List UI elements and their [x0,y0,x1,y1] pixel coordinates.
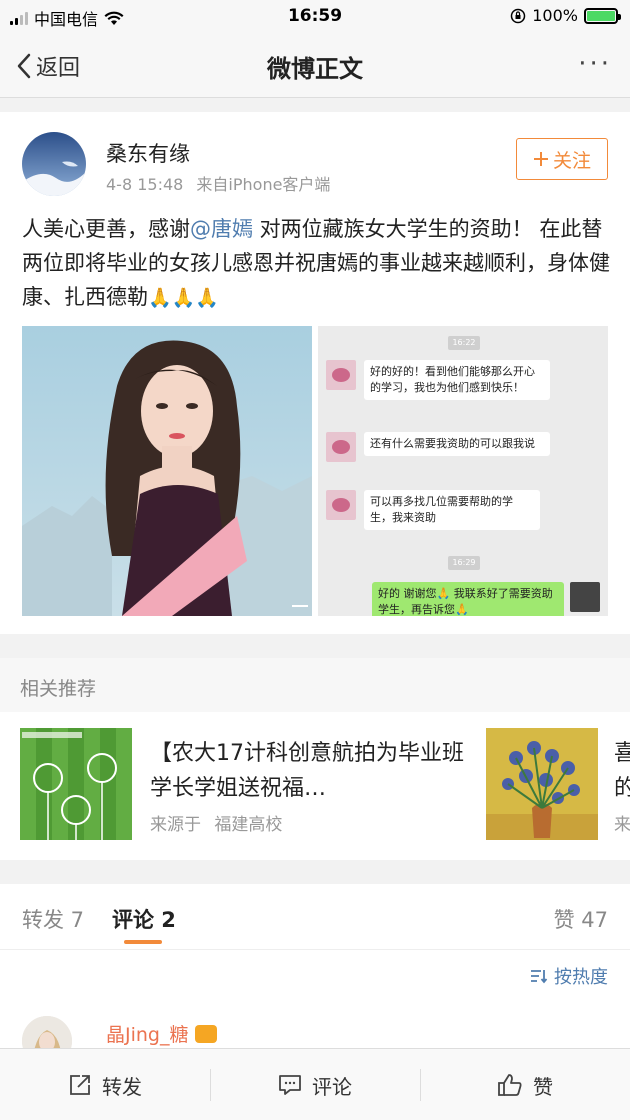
recommend-list: 【农大17计科创意航拍为毕业班学长学姐送祝福… 来源于 福建高校 喜 的 来 [0,712,630,860]
post-text: 人美心更善，感谢@唐嫣 对两位藏族女大学生的资助！ 在此替两位即将毕业的女孩儿感… [22,212,612,315]
post-meta: 4-8 15:48 来自iPhone客户端 [106,171,330,195]
comment-label: 评论 [312,1074,352,1099]
recommend-peek-line1: 喜 [614,741,630,766]
chat-avatar [326,360,356,390]
chat-time-1: 16:22 [448,336,480,350]
plus-icon [533,152,548,166]
battery-icon [584,7,621,24]
post-image-chat[interactable]: 16:22 好的好的！看到他们能够那么开心的学习，我也为他们感到快乐！ 还有什么… [318,326,608,616]
back-label: 返回 [36,56,81,81]
weibo-post-page: 中国电信 16:59 100% 返回 微博正文 ··· 桑东有缘 4-8 15:… [0,0,630,1120]
recommend-source-name: 福建高校 [214,815,283,835]
like-label: 赞 [533,1074,553,1099]
repost-button[interactable]: 转发 [0,1049,210,1120]
chat-bubble-4: 好的 谢谢您🙏 我联系好了需要资助学生，再告诉您🙏 [372,582,564,616]
chat-message-3: 可以再多找几位需要帮助的学生，我来资助 [326,490,540,530]
battery-percent: 100% [532,6,578,25]
bottom-action-bar: 转发 评论 赞 [0,1048,630,1120]
sort-button[interactable]: 按热度 [530,963,608,989]
chat-time-2: 16:29 [448,556,480,570]
like-button[interactable]: 赞 [420,1049,630,1120]
tab-repost[interactable]: 转发 7 [22,904,84,934]
sort-label: 按热度 [554,967,608,988]
recommend-peek-line2: 的 [614,776,630,801]
post-text-before: 人美心更善，感谢 [22,217,190,241]
crown-badge-icon [194,1024,217,1043]
commenter-name-label: 晶Jing_糖 [106,1024,189,1046]
recommend-title: 相关推荐 [20,678,97,700]
back-button[interactable]: 返回 [16,50,80,82]
recommend-header: 相关推荐 [0,658,630,712]
recommend-peek-title[interactable]: 喜 的 [614,736,630,806]
more-button[interactable]: ··· [578,51,612,77]
chat-bubble-2: 还有什么需要我资助的可以跟我说 [364,432,550,456]
recommend-item-title[interactable]: 【农大17计科创意航拍为毕业班学长学姐送祝福… [150,736,470,806]
chat-message-1: 好的好的！看到他们能够那么开心的学习，我也为他们感到快乐！ [326,360,550,400]
tab-like[interactable]: 赞 47 [554,904,608,934]
recommend-thumbnail[interactable] [20,728,132,840]
comment-button[interactable]: 评论 [210,1049,420,1120]
commenter-name[interactable]: 晶Jing_糖 [106,1020,217,1047]
thumbs-up-icon [498,1074,522,1096]
status-bar: 中国电信 16:59 100% [0,0,630,32]
chat-message-2: 还有什么需要我资助的可以跟我说 [326,432,550,462]
status-right: 100% [510,6,621,25]
chat-avatar [326,432,356,462]
chat-avatar [326,490,356,520]
chat-message-4: 好的 谢谢您🙏 我联系好了需要资助学生，再告诉您🙏 [372,582,600,616]
interaction-tabs: 转发 7 评论 2 赞 47 [0,884,630,950]
recommend-item-source: 来源于 福建高校 [150,810,282,835]
recommend-peek-source: 来 [614,815,630,835]
pray-emoji: 🙏🙏🙏 [148,287,219,309]
post-card: 桑东有缘 4-8 15:48 来自iPhone客户端 关注 人美心更善，感谢@唐… [0,112,630,634]
avatar[interactable] [22,132,86,196]
post-source: 来自iPhone客户端 [196,175,331,194]
tab-indicator [124,940,162,944]
chat-bubble-1: 好的好的！看到他们能够那么开心的学习，我也为他们感到快乐！ [364,360,550,400]
repost-icon [70,1075,90,1095]
post-time: 4-8 15:48 [106,175,184,194]
chat-bubble-3: 可以再多找几位需要帮助的学生，我来资助 [364,490,540,530]
follow-button[interactable]: 关注 [516,138,608,180]
tab-comment[interactable]: 评论 2 [112,904,176,934]
post-image-portrait[interactable] [22,326,312,616]
sort-icon [531,970,548,984]
recommend-thumbnail-2[interactable] [486,728,598,840]
page-title: 微博正文 [267,55,363,83]
chevron-left-icon [17,53,31,79]
repost-label: 转发 [102,1074,142,1099]
orientation-lock-icon [511,8,526,23]
recommend-source-prefix: 来源于 [150,815,201,835]
post-username[interactable]: 桑东有缘 [106,138,190,168]
chat-avatar [570,582,600,612]
mention-link[interactable]: @唐嫣 [190,217,253,241]
nav-bar: 返回 微博正文 ··· [0,32,630,98]
comment-icon [279,1075,301,1095]
follow-label: 关注 [552,149,591,172]
